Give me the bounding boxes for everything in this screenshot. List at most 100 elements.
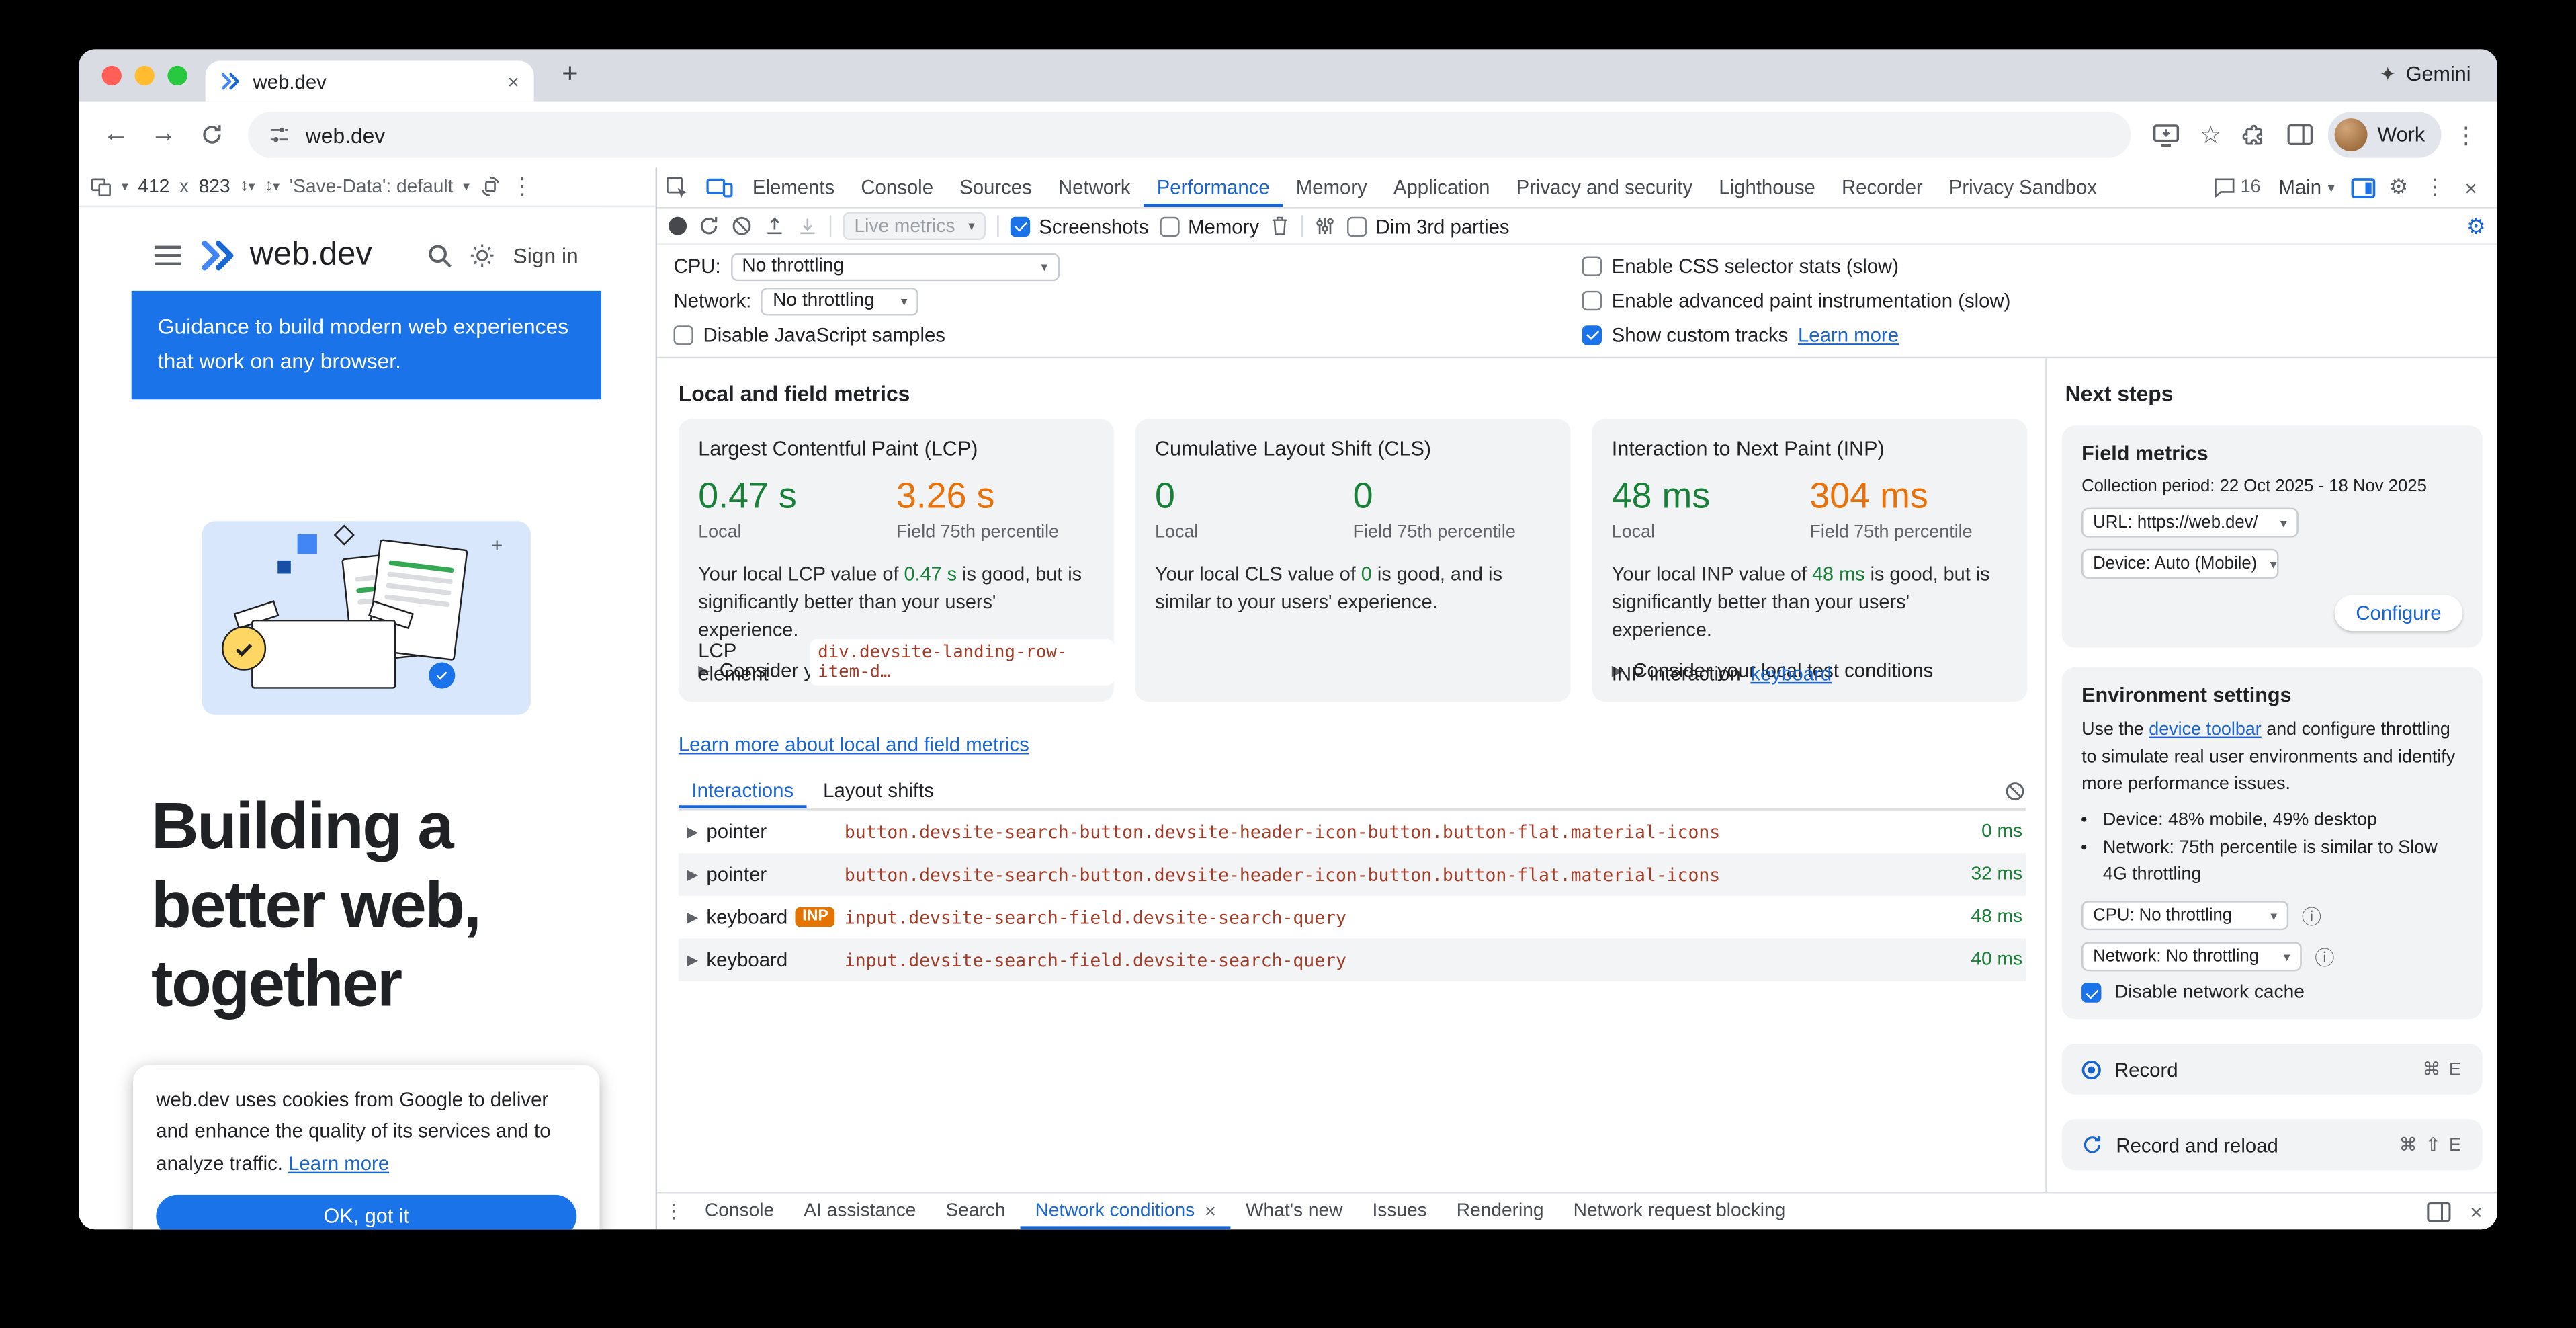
bookmark-star-icon[interactable]: ☆ — [2188, 112, 2233, 157]
clear-icon[interactable] — [731, 215, 753, 237]
interaction-target-link[interactable]: button.devsite-search-button.devsite-hea… — [845, 821, 1934, 843]
checkbox-checked-icon[interactable] — [1011, 216, 1031, 236]
devtools-settings-icon[interactable]: ⚙ — [2380, 174, 2417, 200]
env-cpu-select[interactable]: CPU: No throttling▾ — [2081, 901, 2288, 931]
screenshots-checkbox[interactable]: Screenshots — [1011, 214, 1149, 237]
tab-lighthouse[interactable]: Lighthouse — [1706, 167, 1829, 207]
theme-toggle-icon[interactable] — [470, 243, 495, 268]
window-zoom-button[interactable] — [167, 66, 187, 85]
drawer-tab-network-request-blocking[interactable]: Network request blocking — [1559, 1193, 1801, 1229]
drawer-tab-network-conditions[interactable]: Network conditions × — [1021, 1193, 1231, 1229]
tab-network[interactable]: Network — [1045, 167, 1144, 207]
device-toolbar-toggle-icon[interactable] — [698, 167, 739, 207]
paint-instrumentation-checkbox[interactable]: Enable advanced paint instrumentation (s… — [1582, 284, 2011, 318]
show-custom-tracks-checkbox[interactable]: Show custom tracks Learn more — [1582, 318, 2011, 352]
reload-icon[interactable] — [187, 110, 235, 159]
env-network-select[interactable]: Network: No throttling▾ — [2081, 942, 2302, 972]
checkbox-icon[interactable] — [1348, 216, 1367, 236]
capture-settings-gear-icon[interactable]: ⚙ — [2466, 213, 2486, 239]
table-row[interactable]: ▶ pointer button.devsite-search-button.d… — [679, 853, 2026, 896]
cpu-throttling-select[interactable]: No throttling▾ — [730, 253, 1059, 281]
clear-log-icon[interactable] — [2004, 780, 2026, 801]
drawer-close-icon[interactable]: × — [2470, 1199, 2483, 1224]
interaction-target-link[interactable]: input.devsite-search-field.devsite-searc… — [845, 949, 1934, 970]
disable-js-samples-checkbox[interactable]: Disable JavaScript samples — [674, 318, 1582, 352]
site-search-icon[interactable] — [427, 243, 452, 268]
metrics-learn-more-link[interactable]: Learn more about local and field metrics — [679, 733, 1029, 756]
back-icon[interactable]: ← — [92, 110, 140, 159]
load-profile-icon[interactable] — [764, 215, 785, 237]
site-settings-icon[interactable] — [268, 123, 291, 146]
new-tab-button[interactable]: + — [562, 58, 578, 91]
chevron-down-icon[interactable]: ▾ — [122, 179, 128, 194]
tab-memory[interactable]: Memory — [1283, 167, 1380, 207]
dock-side-icon[interactable] — [2344, 177, 2380, 198]
checkbox-checked-icon[interactable] — [2081, 983, 2101, 1003]
dim-3rd-parties-checkbox[interactable]: Dim 3rd parties — [1348, 214, 1510, 237]
forward-icon[interactable]: → — [140, 110, 187, 159]
info-icon[interactable]: ⓘ — [2302, 902, 2321, 930]
expand-row-icon[interactable]: ▶ — [679, 908, 707, 926]
checkbox-icon[interactable] — [1582, 257, 1602, 276]
site-logo[interactable]: web.dev — [199, 237, 372, 274]
install-icon[interactable] — [2144, 112, 2188, 157]
cookie-learn-more-link[interactable]: Learn more — [288, 1152, 389, 1175]
tab-elements[interactable]: Elements — [739, 167, 847, 207]
drawer-dock-icon[interactable] — [2428, 1200, 2452, 1222]
checkbox-icon[interactable] — [1160, 216, 1180, 236]
js-context-select[interactable]: Main▾ — [2269, 176, 2345, 199]
tab-privacy-security[interactable]: Privacy and security — [1503, 167, 1706, 207]
throttle-dropdown-icon[interactable]: ↕▾ — [265, 177, 280, 196]
address-bar[interactable]: web.dev — [248, 112, 2131, 157]
custom-tracks-learn-more-link[interactable]: Learn more — [1798, 323, 1899, 346]
info-icon[interactable]: ⓘ — [2315, 943, 2334, 971]
inp-interaction-link[interactable]: keyboard — [1750, 663, 1832, 686]
save-data-select[interactable]: 'Save-Data': default — [290, 177, 454, 196]
window-close-button[interactable] — [102, 66, 122, 85]
field-url-select[interactable]: URL: https://web.dev/▾ — [2081, 508, 2299, 538]
field-device-select[interactable]: Device: Auto (Mobile)▾ — [2081, 549, 2278, 579]
tab-layout-shifts[interactable]: Layout shifts — [810, 772, 947, 808]
tab-performance[interactable]: Performance — [1144, 167, 1283, 207]
rotate-device-icon[interactable] — [480, 176, 501, 198]
network-throttling-select[interactable]: No throttling▾ — [761, 287, 919, 315]
drawer-tab-rendering[interactable]: Rendering — [1442, 1193, 1559, 1229]
expand-row-icon[interactable]: ▶ — [679, 951, 707, 969]
tab-sources[interactable]: Sources — [947, 167, 1045, 207]
checkbox-checked-icon[interactable] — [1582, 325, 1602, 344]
inspect-icon[interactable] — [657, 167, 698, 207]
devtools-close-icon[interactable]: × — [2453, 175, 2489, 200]
profile-button[interactable]: Work — [2328, 112, 2442, 157]
browser-tab[interactable]: web.dev × — [206, 60, 534, 101]
tab-privacy-sandbox[interactable]: Privacy Sandbox — [1936, 167, 2110, 207]
record-and-reload-button[interactable]: Record and reload ⌘ ⇧ E — [2062, 1120, 2483, 1171]
collect-garbage-icon[interactable] — [1271, 215, 1290, 237]
drawer-menu-icon[interactable]: ⋮ — [657, 1193, 690, 1229]
gemini-button[interactable]: ✦ Gemini — [2379, 63, 2471, 85]
sign-in-button[interactable]: Sign in — [513, 243, 578, 268]
console-messages-button[interactable]: 16 — [2204, 177, 2269, 197]
hamburger-menu-icon[interactable] — [155, 245, 181, 266]
drawer-tab-issues[interactable]: Issues — [1357, 1193, 1441, 1229]
sliders-icon[interactable] — [1315, 215, 1336, 237]
record-button[interactable]: Record ⌘ E — [2062, 1044, 2483, 1095]
save-profile-icon[interactable] — [797, 215, 818, 237]
drawer-tab-ai-assistance[interactable]: AI assistance — [789, 1193, 931, 1229]
table-row[interactable]: ▶ keyboard INP input.devsite-search-fiel… — [679, 896, 2026, 939]
expand-row-icon[interactable]: ▶ — [679, 866, 707, 884]
drawer-tab-close-icon[interactable]: × — [1205, 1202, 1216, 1221]
interaction-target-link[interactable]: button.devsite-search-button.devsite-hea… — [845, 864, 1934, 885]
expand-row-icon[interactable]: ▶ — [679, 823, 707, 841]
table-row[interactable]: ▶ pointer button.devsite-search-button.d… — [679, 811, 2026, 854]
device-dimensions-icon[interactable] — [90, 177, 112, 196]
extensions-icon[interactable] — [2233, 112, 2277, 157]
lcp-element-link[interactable]: div.devsite-landing-row-item-d… — [810, 639, 1114, 685]
devtools-menu-icon[interactable]: ⋮ — [2417, 174, 2453, 200]
device-height-value[interactable]: 823 — [199, 177, 230, 196]
zoom-dropdown-icon[interactable]: ↕▾ — [240, 177, 255, 196]
window-minimize-button[interactable] — [135, 66, 155, 85]
cookie-ok-button[interactable]: OK, got it — [156, 1196, 576, 1230]
device-toolbar-link[interactable]: device toolbar — [2149, 720, 2261, 739]
browser-menu-icon[interactable]: ⋮ — [2448, 121, 2484, 149]
interaction-target-link[interactable]: input.devsite-search-field.devsite-searc… — [845, 907, 1934, 928]
